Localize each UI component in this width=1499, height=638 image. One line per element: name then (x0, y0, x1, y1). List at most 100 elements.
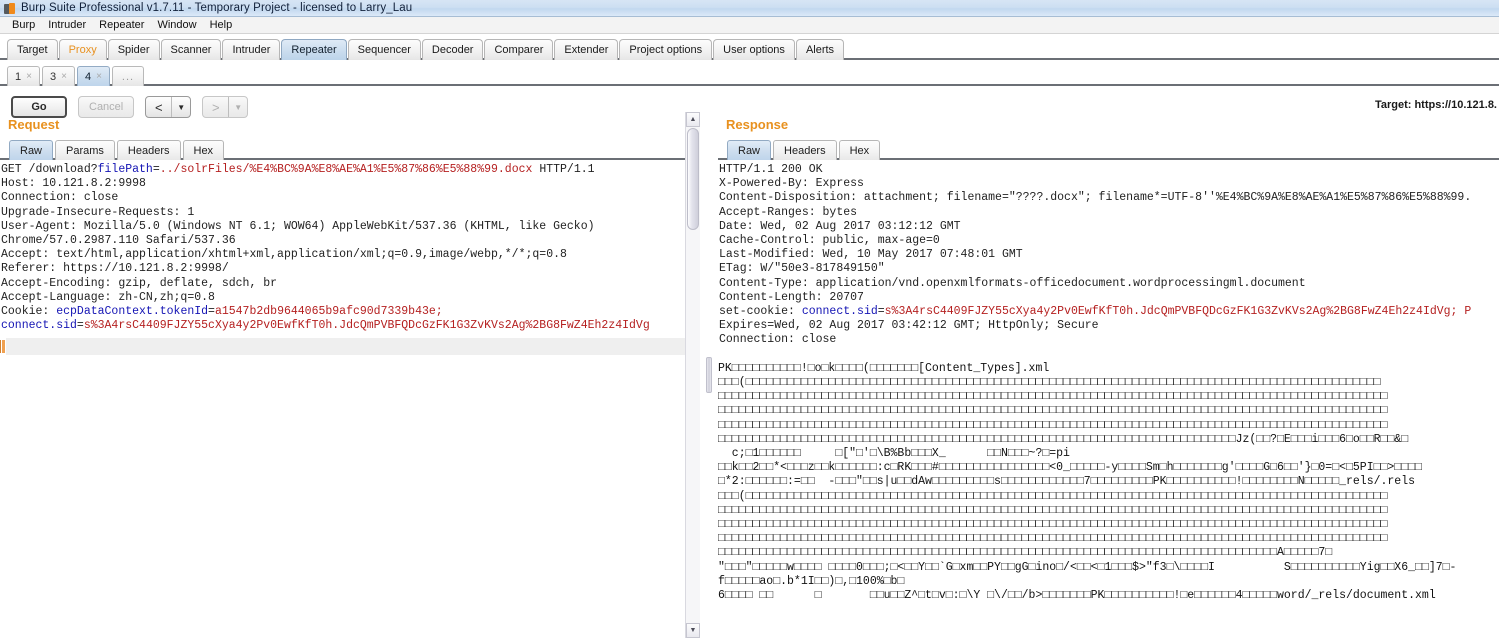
code-line: User-Agent: Mozilla/5.0 (Windows NT 6.1;… (1, 220, 700, 234)
code-line: Upgrade-Insecure-Requests: 1 (1, 206, 700, 220)
menu-item-intruder[interactable]: Intruder (42, 18, 93, 32)
tab-proxy[interactable]: Proxy (58, 39, 107, 60)
code-line: set-cookie: connect.sid=s%3A4rsC4409FJZY… (719, 305, 1499, 319)
tab-extender[interactable]: Extender (554, 39, 619, 60)
request-vertical-scrollbar[interactable]: ▲ ▼ (685, 112, 700, 638)
close-icon[interactable]: × (96, 71, 102, 82)
binary-line: □□□□□□□□□□□□□□□□□□□□□□□□□□□□□□□□□□□□□□□□… (718, 432, 1409, 446)
tab-project-options[interactable]: Project options (619, 39, 713, 60)
code-line: GET /download?filePath=../solrFiles/%E4%… (1, 163, 700, 177)
code-span: Connection: close (719, 333, 837, 347)
code-span: Content-Type: application/vnd.openxmlfor… (719, 276, 1306, 290)
code-span: Connection: close (1, 191, 119, 205)
code-line: Host: 10.121.8.2:9998 (1, 177, 700, 191)
tab-intruder[interactable]: Intruder (222, 39, 281, 60)
panel-divider[interactable] (700, 112, 718, 638)
code-span: X-Powered-By: Express (719, 177, 864, 191)
window-titlebar: Burp Suite Professional v1.7.11 - Tempor… (0, 0, 1499, 17)
response-tab-hex[interactable]: Hex (838, 140, 881, 160)
code-span: Accept-Encoding: gzip, deflate, sdch, br (1, 276, 278, 290)
repeater-tab-3[interactable]: 3 × (41, 66, 75, 86)
code-span: ../solrFiles/%E4%BC%9A%E8%AE%A1%E5%87%86… (159, 163, 533, 176)
tab-user-options[interactable]: User options (713, 39, 795, 60)
code-span: HTTP/1.1 200 OK (719, 163, 823, 176)
code-line: Referer: https://10.121.8.2:9998/ (1, 262, 700, 276)
code-span: Accept: text/html,application/xhtml+xml,… (1, 248, 567, 262)
binary-line: □□□□□□□□□□□□□□□□□□□□□□□□□□□□□□□□□□□□□□□□… (718, 503, 1388, 517)
scroll-thumb[interactable] (687, 128, 699, 230)
code-line: Connection: close (1, 191, 700, 205)
code-span: connect.sid (801, 305, 878, 319)
tab-repeater[interactable]: Repeater (281, 39, 347, 60)
main-tab-bar: Target Proxy Spider Scanner Intruder Rep… (0, 34, 1499, 60)
request-tab-hex[interactable]: Hex (182, 140, 225, 160)
tab-comparer[interactable]: Comparer (484, 39, 554, 60)
request-tab-headers[interactable]: Headers (116, 140, 181, 160)
code-span: = (76, 319, 84, 333)
burp-suite-window: Burp Suite Professional v1.7.11 - Tempor… (0, 0, 1499, 638)
request-caret-gutter (0, 340, 1, 353)
response-panel-title: Response (726, 117, 789, 132)
code-span: Content-Length: 20707 (719, 290, 864, 304)
request-tab-params[interactable]: Params (55, 140, 115, 160)
code-span: Upgrade-Insecure-Requests: 1 (1, 205, 195, 219)
chevron-down-icon[interactable]: ▼ (172, 103, 190, 112)
response-binary-text[interactable]: PK□□□□□□□□□□!□o□k□□□□(□□□□□□□[Content_Ty… (718, 362, 1499, 603)
code-span: set-cookie: (719, 305, 802, 319)
repeater-tab-4[interactable]: 4 × (76, 66, 110, 86)
code-span: Date: Wed, 02 Aug 2017 03:12:12 GMT (719, 219, 961, 233)
close-icon[interactable]: × (26, 71, 32, 82)
binary-line: □□□(□□□□□□□□□□□□□□□□□□□□□□□□□□□□□□□□□□□□… (718, 489, 1388, 503)
repeater-tab-1[interactable]: 1 × (7, 66, 40, 86)
menubar: Burp Intruder Repeater Window Help (0, 17, 1499, 34)
tab-alerts[interactable]: Alerts (795, 39, 845, 60)
code-line: Accept-Encoding: gzip, deflate, sdch, br (1, 277, 700, 291)
menu-item-window[interactable]: Window (151, 18, 203, 32)
response-tab-headers[interactable]: Headers (773, 140, 837, 160)
code-span: a1547b2db9644065b9afc90d7339b43e; (214, 305, 443, 319)
code-line: connect.sid=s%3A4rsC4409FJZY55cXya4y2Pv0… (1, 319, 700, 333)
response-panel: Response Raw Headers Hex HTTP/1.1 200 OK… (718, 112, 1499, 638)
code-line: HTTP/1.1 200 OK (719, 163, 1499, 177)
code-line: ETag: W/"50e3-817849150" (719, 262, 1499, 276)
code-span: Accept-Language: zh-CN,zh;q=0.8 (1, 290, 215, 304)
menu-item-burp[interactable]: Burp (6, 18, 42, 32)
tab-decoder[interactable]: Decoder (421, 39, 484, 60)
code-span: Cache-Control: public, max-age=0 (719, 234, 940, 248)
tab-sequencer[interactable]: Sequencer (347, 39, 421, 60)
binary-line: □□□□□□□□□□□□□□□□□□□□□□□□□□□□□□□□□□□□□□□□… (718, 390, 1388, 404)
repeater-tab-label: 4 (84, 70, 92, 83)
code-span: = (877, 305, 885, 319)
chevron-down-icon[interactable]: ▼ (229, 103, 247, 112)
code-span: = (208, 305, 215, 319)
request-panel: Request Raw Params Headers Hex GET /down… (0, 112, 700, 638)
close-icon[interactable]: × (61, 71, 67, 82)
code-span: User-Agent: Mozilla/5.0 (Windows NT 6.1;… (1, 219, 595, 233)
scroll-down-icon[interactable]: ▼ (686, 623, 700, 638)
menu-item-repeater[interactable]: Repeater (93, 18, 151, 32)
divider-grip[interactable] (706, 357, 712, 393)
code-line: Accept-Language: zh-CN,zh;q=0.8 (1, 291, 700, 305)
code-line: Content-Disposition: attachment; filenam… (719, 191, 1499, 205)
tab-target[interactable]: Target (7, 39, 58, 60)
code-span: connect.sid (1, 319, 77, 333)
response-editor-tabs: Raw Headers Hex (718, 136, 1499, 160)
code-span: Last-Modified: Wed, 10 May 2017 07:48:01… (719, 248, 1023, 262)
repeater-tab-more[interactable]: ... (111, 66, 145, 86)
code-line: Connection: close (719, 333, 1499, 347)
request-tab-raw[interactable]: Raw (9, 140, 54, 160)
request-editor[interactable]: GET /download?filePath=../solrFiles/%E4%… (0, 160, 700, 638)
burp-logo-icon (3, 2, 16, 15)
code-line: Content-Type: application/vnd.openxmlfor… (719, 277, 1499, 291)
binary-line: □□k□□2□□*<□□□z□□k□□□□□□:c□RK□□□#□□□□□□□□… (718, 461, 1422, 475)
tab-scanner[interactable]: Scanner (160, 39, 222, 60)
request-body-line-highlight (6, 338, 690, 355)
response-tab-raw[interactable]: Raw (727, 140, 772, 160)
request-raw-text[interactable]: GET /download?filePath=../solrFiles/%E4%… (0, 160, 700, 362)
scroll-up-icon[interactable]: ▲ (686, 112, 700, 127)
response-editor[interactable]: HTTP/1.1 200 OK X-Powered-By: Express Cont… (718, 160, 1499, 638)
tab-spider[interactable]: Spider (107, 39, 160, 60)
response-raw-text[interactable]: HTTP/1.1 200 OK X-Powered-By: Express Cont… (718, 160, 1499, 362)
menu-item-help[interactable]: Help (204, 18, 240, 32)
